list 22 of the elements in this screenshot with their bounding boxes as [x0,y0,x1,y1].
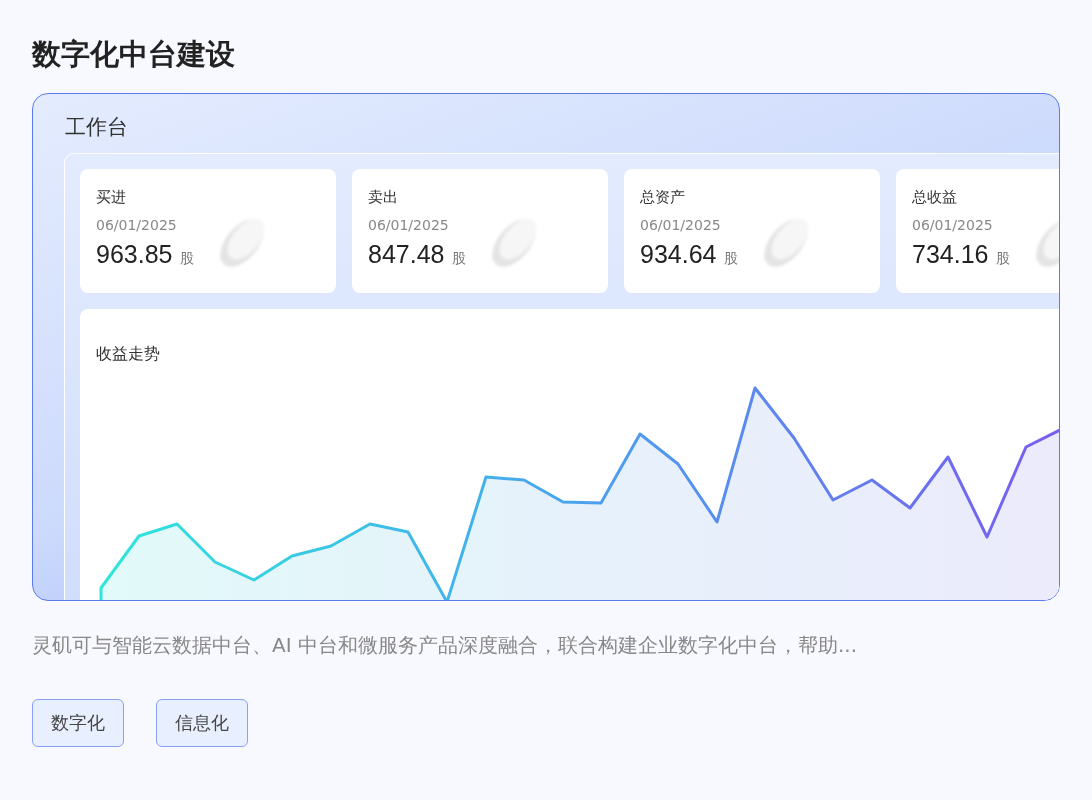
stat-label: 总资产 [640,187,686,207]
stat-date: 06/01/2025 [912,216,994,234]
stat-value: 934.64 [640,240,717,269]
stat-unit: 股 [724,250,739,268]
page-title: 数字化中台建设 [32,36,236,73]
stat-date: 06/01/2025 [96,216,178,234]
stat-label: 买进 [96,187,127,207]
stat-label: 总收益 [912,187,958,207]
stat-date: 06/01/2025 [640,216,722,234]
stat-value: 963.85 [96,240,173,269]
description-text: 灵矶可与智能云数据中台、AI 中台和微服务产品深度融合，联合构建企业数字化中台，帮助... [32,632,858,659]
stat-date: 06/01/2025 [368,216,450,234]
tag[interactable]: 数字化 [32,699,124,747]
stat-label: 卖出 [368,187,399,207]
tag[interactable]: 信息化 [156,699,248,747]
stat-unit: 股 [452,250,467,268]
chart-title: 收益走势 [96,343,161,365]
workbench-title: 工作台 [64,114,129,141]
stat-value: 847.48 [368,240,445,269]
stat-value: 734.16 [912,240,989,269]
stat-unit: 股 [996,250,1011,268]
stat-unit: 股 [180,250,195,268]
